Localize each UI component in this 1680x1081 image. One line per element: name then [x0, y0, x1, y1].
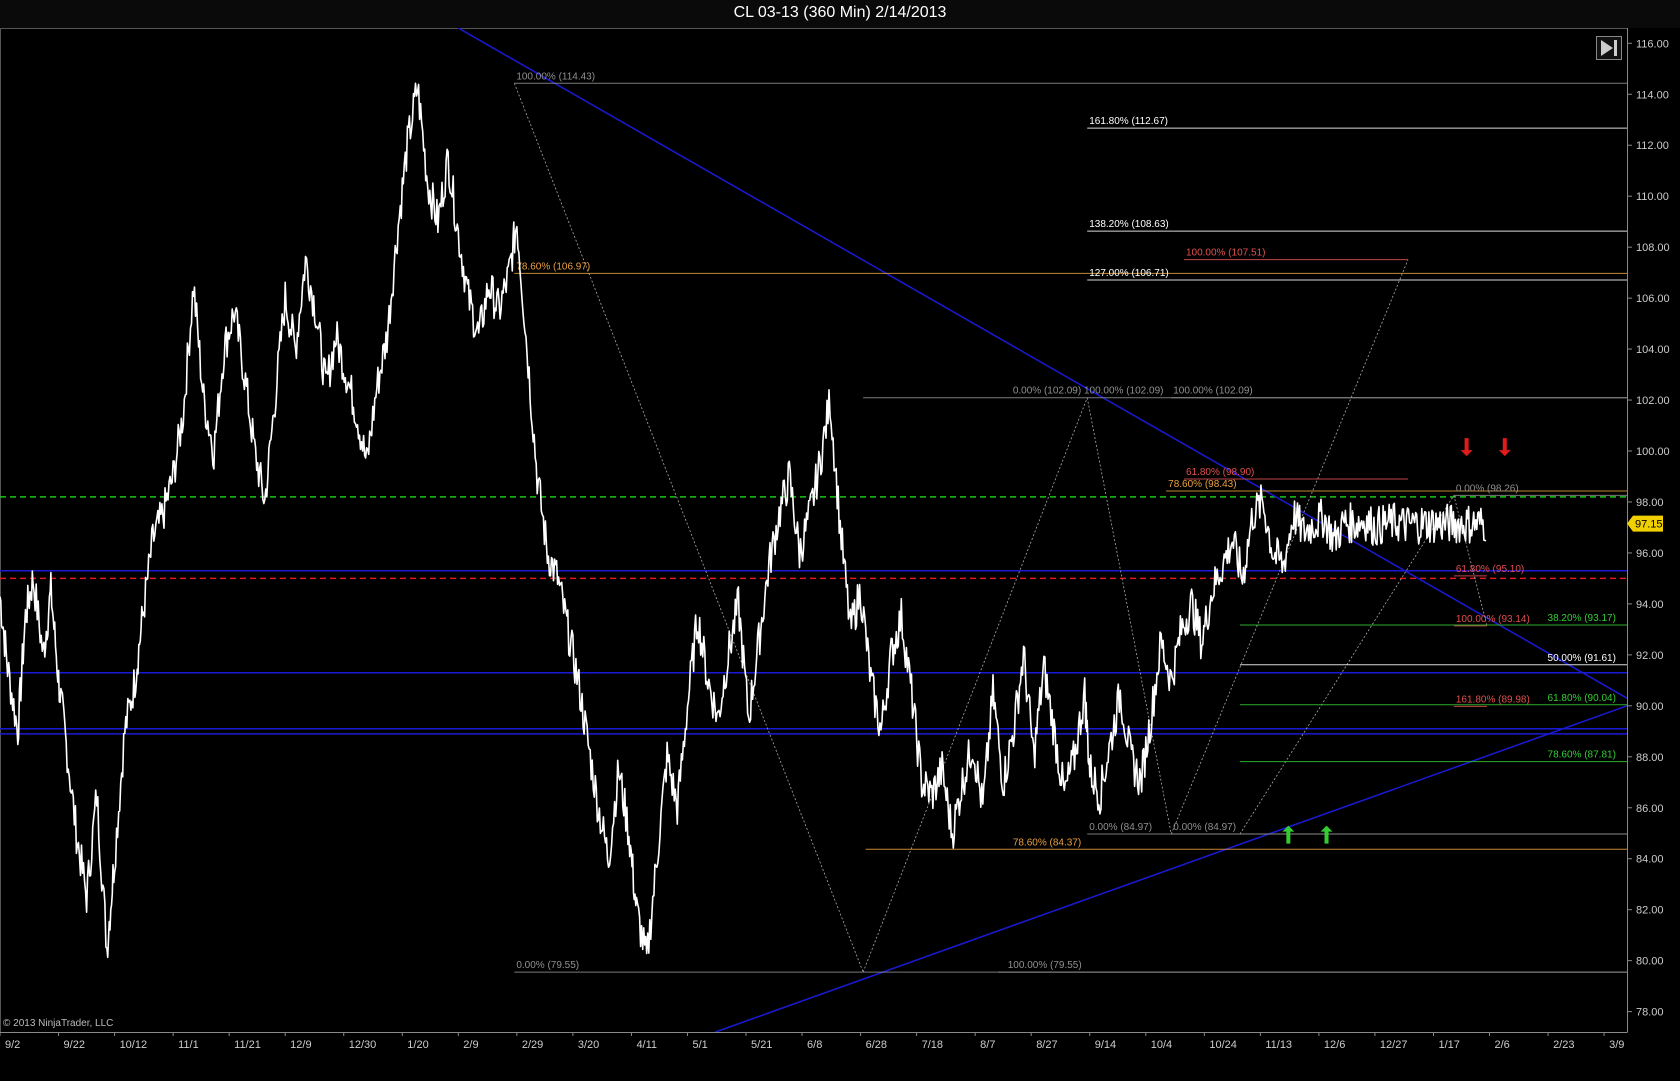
swing-line [1086, 397, 1172, 835]
x-tick-label: 12/30 [349, 1039, 377, 1051]
fib-level-label: 78.60% (84.37) [1013, 837, 1081, 848]
y-tick-label: 78.00 [1636, 1007, 1664, 1019]
x-tick-label: 2/29 [522, 1039, 543, 1051]
fib-level-label: 161.80% (112.67) [1089, 116, 1168, 127]
swing-line [1170, 259, 1409, 835]
x-tick-label: 3/20 [578, 1039, 599, 1051]
fib-level-label: 161.80% (89.98) [1456, 694, 1530, 705]
fib-level-label: 100.00% (79.55) [1008, 960, 1082, 971]
green-up-arrow-2 [1320, 825, 1333, 844]
y-tick-label: 90.00 [1636, 701, 1664, 713]
x-tick-label: 9/22 [64, 1039, 85, 1051]
x-tick-label: 11/1 [178, 1039, 199, 1051]
trendline-uptrend [715, 705, 1628, 1033]
price-chart[interactable]: 100.00% (114.43) 161.80% (112.67) 138.20% … [0, 17, 1680, 1076]
x-tick-label: 8/27 [1036, 1039, 1057, 1051]
window-title: CL 03-13 (360 Min) 2/14/2013 [0, 0, 1680, 28]
play-to-end-icon[interactable] [1596, 36, 1622, 60]
x-tick-label: 10/12 [120, 1039, 148, 1051]
y-tick-label: 92.00 [1636, 650, 1664, 662]
y-tick-label: 80.00 [1636, 956, 1664, 968]
x-tick-label: 9/14 [1095, 1039, 1116, 1051]
x-tick-label: 12/6 [1324, 1039, 1345, 1051]
fib-level-label: 0.00% (98.26) [1456, 483, 1519, 494]
fib-level-label: 0.00% (84.97) [1173, 822, 1236, 833]
y-tick-label: 88.00 [1636, 752, 1664, 764]
y-tick-label: 96.00 [1636, 548, 1664, 560]
chart-area[interactable]: 100.00% (114.43) 161.80% (112.67) 138.20% … [0, 17, 1680, 1076]
x-tick-label: 11/13 [1265, 1039, 1292, 1051]
fib-level-label: 78.60% (98.43) [1168, 479, 1236, 490]
x-tick-label: 3/9 [1609, 1039, 1624, 1051]
x-tick-label: 2/6 [1495, 1039, 1510, 1051]
x-tick-label: 5/1 [692, 1039, 707, 1051]
fib-level-label: 0.00% (102.09) 100.00% (102.09) [1013, 386, 1164, 397]
fib-level-label: 0.00% (79.55) [516, 960, 579, 971]
y-tick-label: 100.00 [1636, 446, 1670, 458]
x-tick-label: 12/27 [1380, 1039, 1408, 1051]
fib-level-label: 100.00% (114.43) [516, 71, 595, 82]
x-tick-label: 10/24 [1209, 1039, 1237, 1051]
x-tick-label: 10/4 [1151, 1039, 1172, 1051]
y-tick-label: 86.00 [1636, 803, 1664, 815]
x-tick-label: 9/2 [5, 1039, 20, 1051]
y-tick-label: 116.00 [1636, 38, 1669, 50]
fib-level-label: 100.00% (107.51) [1186, 248, 1266, 259]
swing-line [862, 397, 1088, 973]
x-tick-label: 11/21 [234, 1039, 261, 1051]
x-tick-label: 4/11 [636, 1039, 657, 1051]
x-tick-label: 1/17 [1438, 1039, 1459, 1051]
y-tick-label: 106.00 [1636, 293, 1670, 305]
y-tick-label: 112.00 [1636, 140, 1669, 152]
fib-level-label: 0.00% (84.97) [1089, 822, 1152, 833]
y-tick-label: 104.00 [1636, 344, 1670, 356]
fib-level-label: 61.80% (95.10) [1456, 564, 1524, 575]
swing-line [513, 83, 864, 973]
fib-level-label: 138.20% (108.63) [1089, 219, 1169, 230]
price-series [0, 82, 1487, 959]
fib-level-label: 50.00% (91.61) [1548, 653, 1616, 664]
x-tick-label: 2/9 [463, 1039, 478, 1051]
red-down-arrow-2 [1498, 438, 1511, 457]
fib-level-label: 127.00% (106.71) [1089, 268, 1169, 279]
x-tick-label: 2/23 [1553, 1039, 1574, 1051]
copyright-watermark: © 2013 NinjaTrader, LLC [3, 1018, 114, 1029]
fib-level-label: 61.80% (90.04) [1548, 693, 1616, 704]
y-tick-label: 108.00 [1636, 242, 1670, 254]
fib-level-label: 100.00% (93.14) [1456, 614, 1530, 625]
x-tick-label: 8/7 [980, 1039, 995, 1051]
x-tick-label: 6/8 [807, 1039, 822, 1051]
last-price-label: 97.15 [1635, 519, 1663, 531]
y-tick-label: 94.00 [1636, 599, 1664, 611]
y-tick-label: 114.00 [1636, 89, 1669, 101]
fib-level-label: 61.80% (98.90) [1186, 467, 1254, 478]
x-tick-label: 1/20 [407, 1039, 428, 1051]
fib-level-label: 78.60% (87.81) [1548, 750, 1616, 761]
plot-frame [0, 28, 1628, 1033]
x-tick-label: 5/21 [751, 1039, 772, 1051]
fib-level-label: 100.00% (102.09) [1173, 386, 1253, 397]
fib-level-label: 38.20% (93.17) [1548, 613, 1616, 624]
x-tick-label: 12/9 [290, 1039, 311, 1051]
x-tick-label: 6/28 [866, 1039, 887, 1051]
y-tick-label: 84.00 [1636, 854, 1664, 866]
y-tick-label: 110.00 [1636, 191, 1669, 203]
x-tick-label: 7/18 [922, 1039, 943, 1051]
y-tick-label: 82.00 [1636, 905, 1664, 917]
y-tick-label: 102.00 [1636, 395, 1670, 407]
y-tick-label: 98.00 [1636, 497, 1664, 509]
red-down-arrow-1 [1460, 438, 1473, 457]
fib-level-label: 78.60% (106.97) [516, 261, 590, 272]
